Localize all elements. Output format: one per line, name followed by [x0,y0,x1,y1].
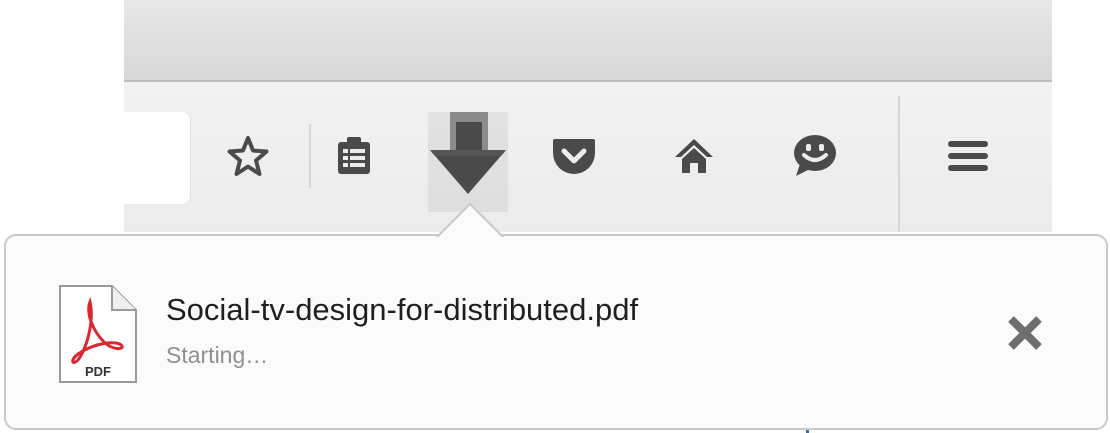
title-bar [124,0,1052,82]
hamburger-menu-icon [948,141,988,171]
pocket-button[interactable] [544,118,604,194]
home-icon [675,139,713,173]
cancel-download-button[interactable] [1000,308,1050,358]
url-bar[interactable] [124,112,190,204]
pdf-file-icon: PDF [56,284,138,389]
download-status: Starting… [166,342,269,368]
home-button[interactable] [664,118,724,194]
bookmark-star-button[interactable] [218,118,278,194]
navigation-toolbar [124,82,1052,232]
smiley-chat-icon [794,135,836,176]
chat-button[interactable] [784,118,844,194]
toolbar-separator [898,96,900,232]
clipboard-list-icon [338,137,370,174]
star-icon [227,136,269,176]
download-arrow-icon [430,112,506,194]
downloads-panel: PDF Social-tv-design-for-distributed.pdf… [4,234,1108,430]
panel-arrow [434,201,504,237]
menu-button[interactable] [938,118,998,194]
download-file-name: Social-tv-design-for-distributed.pdf [166,292,639,327]
file-type-label: PDF [85,364,111,379]
toolbar-separator [309,124,311,188]
pocket-icon [553,139,595,174]
close-icon [1008,316,1042,350]
reading-list-button[interactable] [324,118,384,194]
